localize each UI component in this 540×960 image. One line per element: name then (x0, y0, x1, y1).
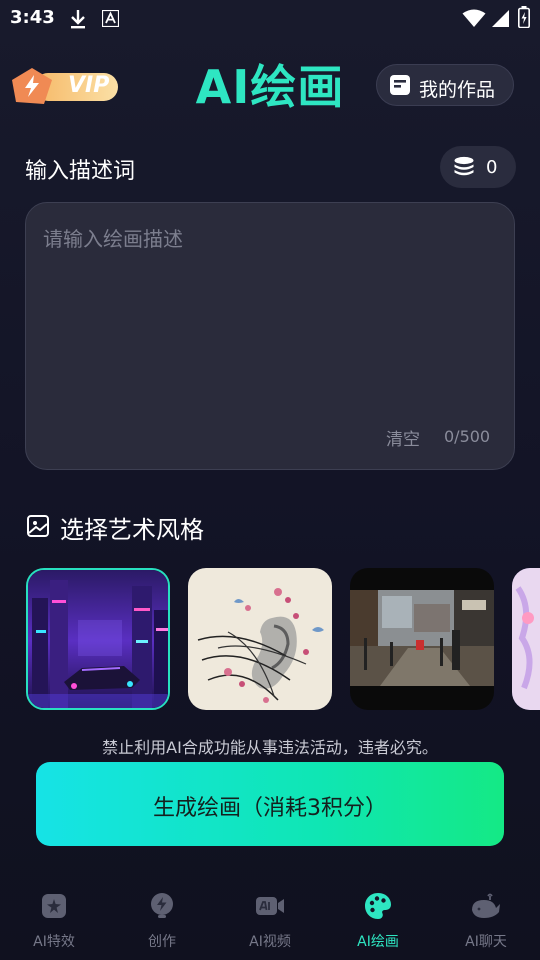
my-works-label: 我的作品 (419, 79, 496, 101)
cyberpunk-thumbnail (28, 570, 168, 708)
tab-ai-chat[interactable]: AI聊天 (432, 880, 540, 960)
tab-label-ai-effects: AI特效 (33, 934, 75, 950)
image-icon (27, 515, 49, 537)
tab-create[interactable]: 创作 (108, 880, 216, 960)
signal-icon (492, 10, 509, 27)
disclaimer-text: 禁止利用AI合成功能从事违法活动，违者必究。 (102, 738, 438, 757)
coins-icon (454, 156, 474, 176)
anime-thumbnail (512, 568, 540, 710)
tab-ai-painting[interactable]: AI绘画 (324, 880, 432, 960)
bottom-tab-bar: AI特效 创作 AI视频 AI绘画 AI聊天 (0, 880, 540, 960)
download-icon (71, 10, 85, 29)
style-card-ink-painting[interactable] (188, 568, 332, 710)
character-counter: 0/500 (444, 427, 491, 446)
lightning-icon (151, 893, 173, 918)
header: VIP AI绘画 我的作品 (0, 58, 540, 118)
wifi-icon (462, 9, 486, 27)
ink-painting-thumbnail (188, 568, 332, 710)
palette-icon (365, 893, 391, 919)
font-icon (102, 10, 119, 27)
street-photo-thumbnail (350, 568, 494, 710)
credits-value: 0 (486, 157, 498, 178)
tab-label-ai-painting: AI绘画 (357, 934, 399, 950)
status-bar: 3:43 (0, 0, 540, 38)
prompt-input[interactable] (43, 223, 493, 403)
style-card-anime[interactable] (512, 568, 540, 710)
style-section-label: 选择艺术风格 (60, 516, 204, 544)
status-time: 3:43 (10, 7, 55, 28)
style-card-cyberpunk[interactable] (26, 568, 170, 710)
generate-button[interactable]: 生成绘画（消耗3积分） (36, 762, 504, 846)
tab-label-create: 创作 (148, 934, 176, 950)
prompt-section-label: 输入描述词 (25, 159, 136, 184)
tab-label-ai-chat: AI聊天 (465, 934, 507, 950)
whale-icon (472, 893, 500, 918)
style-card-street-photo[interactable] (350, 568, 494, 710)
video-camera-icon (256, 897, 284, 915)
sparkle-icon (42, 894, 66, 918)
tab-ai-effects[interactable]: AI特效 (0, 880, 108, 960)
battery-icon (518, 6, 530, 28)
clear-button[interactable]: 清空 (386, 425, 420, 450)
document-icon (390, 75, 410, 95)
my-works-button[interactable]: 我的作品 (376, 64, 514, 106)
generate-button-label: 生成绘画（消耗3积分） (153, 796, 387, 821)
prompt-box: 清空 0/500 (25, 202, 515, 470)
credits-badge[interactable]: 0 (440, 146, 516, 188)
tab-label-ai-video: AI视频 (249, 934, 291, 950)
tab-ai-video[interactable]: AI视频 (216, 880, 324, 960)
style-carousel[interactable] (0, 566, 540, 712)
